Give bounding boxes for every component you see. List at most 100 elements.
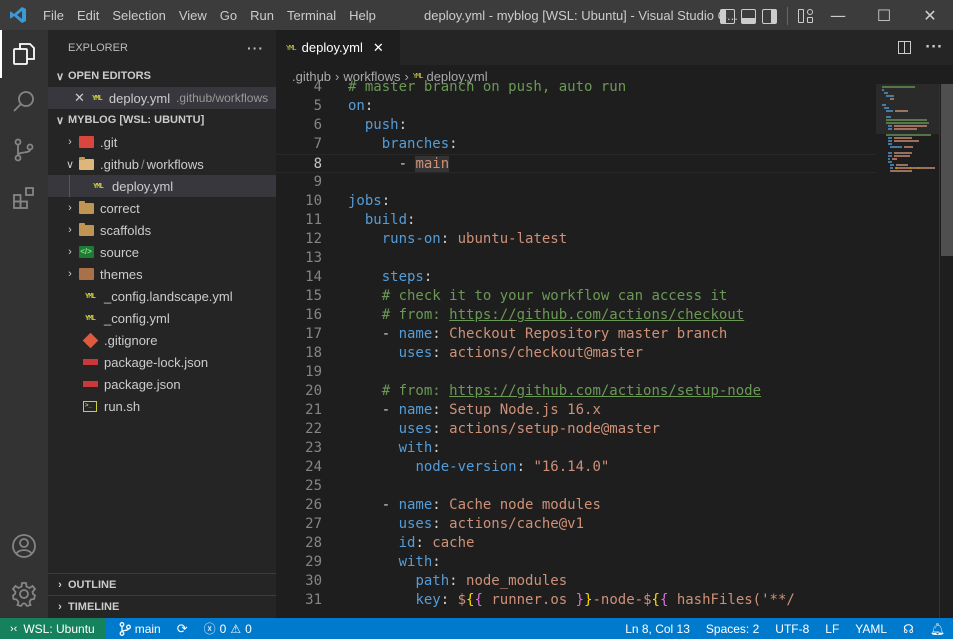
outline-section[interactable]: › OUTLINE [48,573,276,596]
code-line[interactable]: 12 runs-on: ubuntu-latest [276,230,876,249]
tree-item-run-sh[interactable]: >_ run.sh [48,395,276,417]
feedback-icon[interactable]: ☊ [895,618,922,639]
explorer-icon[interactable] [0,30,48,78]
remote-indicator[interactable]: ›‹ WSL: Ubuntu [0,618,105,639]
tab-deploy-yml[interactable]: YML deploy.yml ✕ [276,30,400,65]
branch-indicator[interactable]: main [105,618,169,639]
indentation[interactable]: Spaces: 2 [698,618,767,639]
code-line[interactable]: 7 branches: [276,135,876,154]
code-line[interactable]: 18 uses: actions/checkout@master [276,344,876,363]
maximize-button[interactable]: ☐ [861,0,907,30]
code-token: - [348,156,416,172]
code-line[interactable]: 25 [276,477,876,496]
code-line[interactable]: 19 [276,363,876,382]
close-button[interactable]: ✕ [907,0,953,30]
chevron-down-icon: ∨ [55,70,65,83]
tree-item-package-lock[interactable]: package-lock.json [48,351,276,373]
menu-go[interactable]: Go [213,8,243,23]
more-actions-icon[interactable]: ··· [925,40,943,55]
menu-edit[interactable]: Edit [70,8,105,23]
shell-file-icon: >_ [82,398,98,414]
notifications-bell-icon[interactable]: 🔔︎ [922,618,953,639]
code-line[interactable]: 17 - name: Checkout Repository master br… [276,325,876,344]
code-line[interactable]: 4 # master branch on push, auto run [276,78,876,97]
tree-item-deploy-yml[interactable]: YML deploy.yml [48,175,276,197]
code-token: : [432,402,450,418]
tree-item-scaffolds[interactable]: › scaffolds [48,219,276,241]
timeline-section[interactable]: › TIMELINE [48,595,276,618]
tree-item-github-workflows[interactable]: ∨ .github / workflows [48,153,276,175]
open-editors-header[interactable]: ∨ OPEN EDITORS [48,65,276,87]
code-line[interactable]: 31 key: ${{ runner.os }}-node-${{ hashFi… [276,591,876,610]
code-line[interactable]: 6 push: [276,116,876,135]
tree-item-correct[interactable]: › correct [48,197,276,219]
code-line[interactable]: 27 uses: actions/cache@v1 [276,515,876,534]
scrollbar-thumb[interactable] [941,84,953,256]
minimize-button[interactable]: — [815,0,861,30]
toggle-primary-sidebar-icon[interactable] [720,8,735,24]
code-line[interactable]: 21 - name: Setup Node.js 16.x [276,401,876,420]
settings-gear-icon[interactable] [0,570,48,618]
cursor-position[interactable]: Ln 8, Col 13 [617,618,698,639]
code-line[interactable]: 23 with: [276,439,876,458]
extensions-icon[interactable] [0,174,48,222]
menu-selection[interactable]: Selection [106,8,172,23]
code-editor[interactable]: 4 # master branch on push, auto run 5 on: 6 … [276,78,876,612]
problems-indicator[interactable]: ⓧ 0 ⚠ 0 [196,618,260,639]
line-content: - name: Setup Node.js 16.x [322,401,601,420]
code-line[interactable]: 5 on: [276,97,876,116]
minimap[interactable] [876,84,939,618]
tree-item-config[interactable]: YML _config.yml [48,307,276,329]
account-icon[interactable] [0,522,48,570]
code-line[interactable]: package-lock.json') }} [276,610,876,612]
code-line[interactable]: 15 # check it to your workflow can acces… [276,287,876,306]
end-of-line[interactable]: LF [817,618,847,639]
code-line[interactable]: 22 uses: actions/setup-node@master [276,420,876,439]
customize-layout-icon[interactable] [798,8,814,24]
menu-view[interactable]: View [172,8,213,23]
code-line[interactable]: 8 - main [276,154,876,173]
vertical-scrollbar[interactable] [939,84,953,618]
code-line[interactable]: 10 jobs: [276,192,876,211]
encoding[interactable]: UTF-8 [767,618,817,639]
tree-item-source[interactable]: › </> source [48,241,276,263]
tree-item-package[interactable]: package.json [48,373,276,395]
source-control-icon[interactable] [0,126,48,174]
split-editor-icon[interactable] [898,41,912,54]
tree-item-gitignore[interactable]: .gitignore [48,329,276,351]
toggle-secondary-sidebar-icon[interactable] [762,8,777,24]
code-line[interactable]: 20 # from: https://github.com/actions/se… [276,382,876,401]
code-line[interactable]: 11 build: [276,211,876,230]
code-line[interactable]: 28 id: cache [276,534,876,553]
sync-button[interactable]: ⟳ [169,618,196,639]
menu-help[interactable]: Help [343,8,383,23]
language-mode[interactable]: YAML [847,618,895,639]
menu-terminal[interactable]: Terminal [281,8,343,23]
code-line[interactable]: 16 # from: https://github.com/actions/ch… [276,306,876,325]
menu-file[interactable]: File [35,8,70,23]
error-count: 0 [219,621,227,636]
close-icon[interactable]: ✕ [74,90,85,106]
tab-close-icon[interactable]: ✕ [373,40,384,56]
code-token: runs-on [381,231,441,247]
code-line[interactable]: 14 steps: [276,268,876,287]
code-line[interactable]: 9 [276,173,876,192]
tree-item-git[interactable]: › .git [48,131,276,153]
source-folder-icon: </> [78,246,94,258]
toggle-panel-icon[interactable] [741,8,756,24]
code-line[interactable]: 26 - name: Cache node modules [276,496,876,515]
search-icon[interactable] [0,78,48,126]
code-line[interactable]: 29 with: [276,553,876,572]
code-line[interactable]: 30 path: node_modules [276,572,876,591]
code-line[interactable]: 13 [276,249,876,268]
tree-item-themes[interactable]: › themes [48,263,276,285]
workspace-header[interactable]: ∨ MYBLOG [WSL: UBUNTU] [48,109,276,131]
open-editor-item[interactable]: ✕ YML deploy.yml .github/workflows [48,87,276,109]
more-actions-icon[interactable]: ··· [247,40,264,56]
tree-item-config-landscape[interactable]: YML _config.landscape.yml [48,285,276,307]
menu-run[interactable]: Run [244,8,281,23]
tree-item-label: scaffolds [100,222,152,238]
code-line[interactable]: 24 node-version: "16.14.0" [276,458,876,477]
